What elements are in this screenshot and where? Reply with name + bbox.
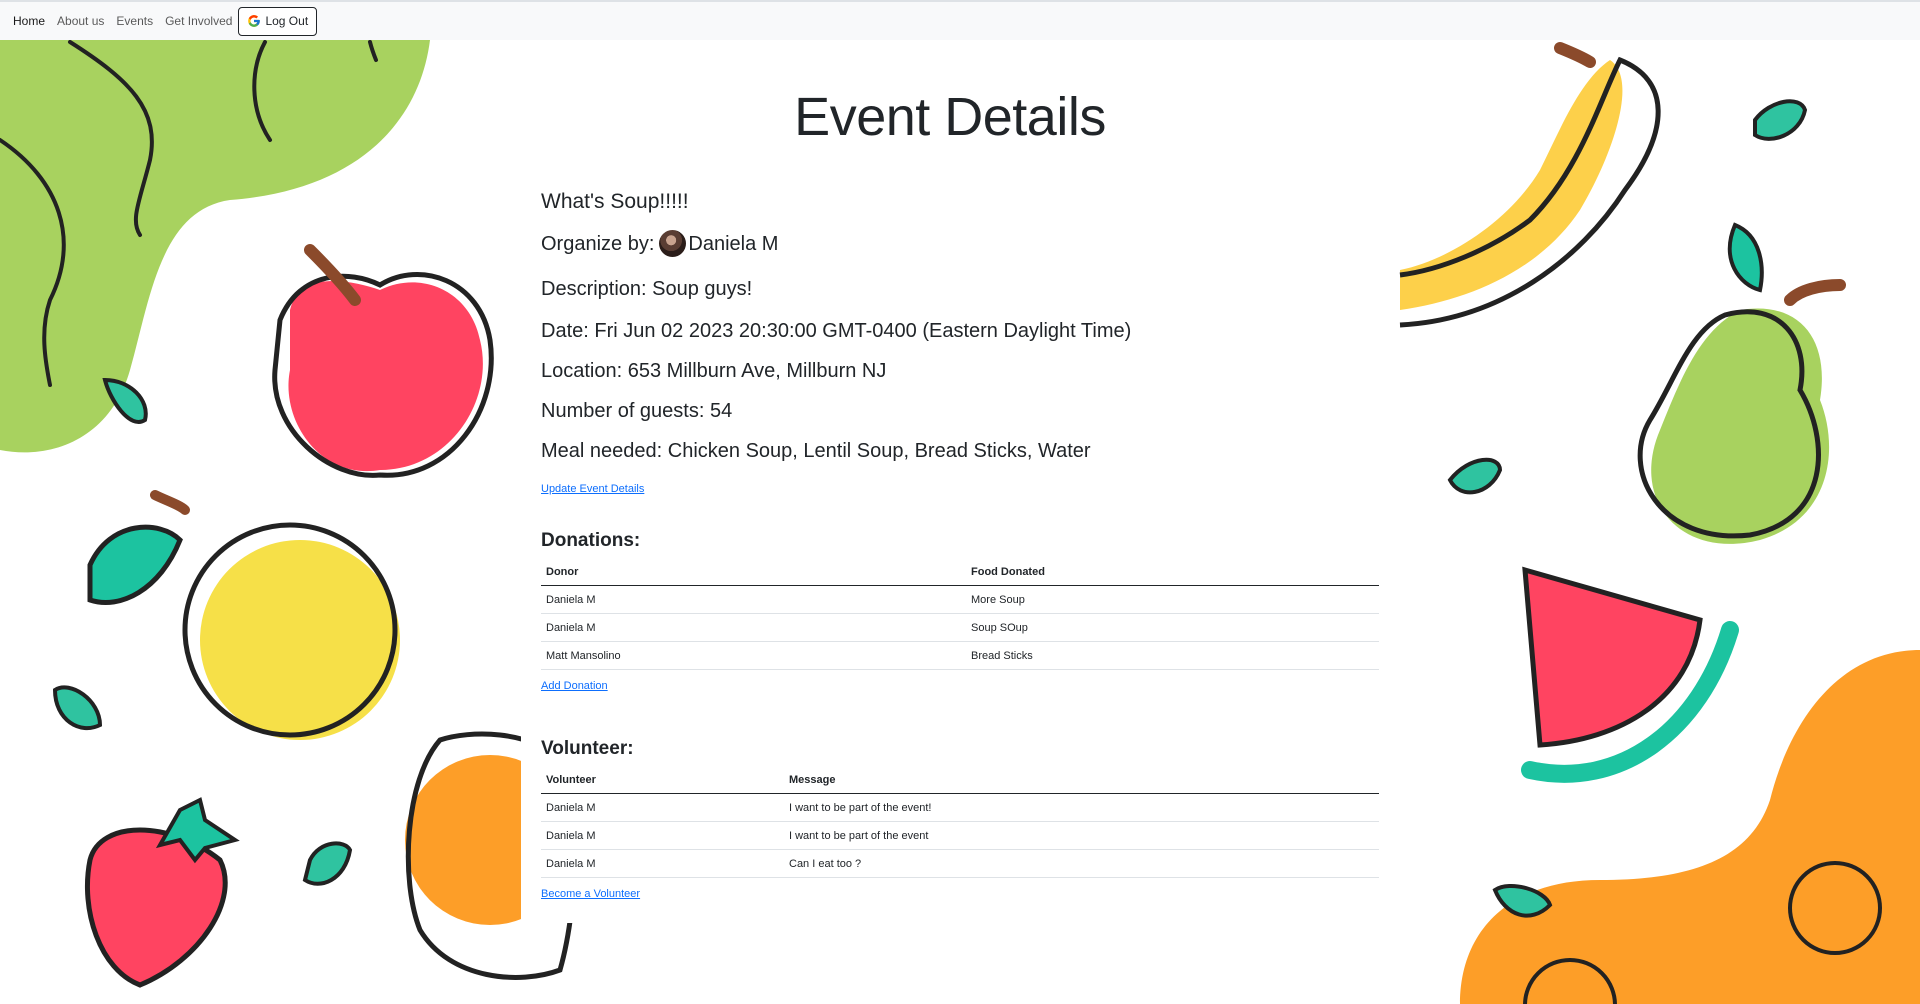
message-cell: I want to be part of the event xyxy=(784,821,1379,850)
message-cell: Can I eat too ? xyxy=(784,849,1379,878)
table-row: Daniela M More Soup xyxy=(541,585,1379,614)
become-volunteer-link[interactable]: Become a Volunteer xyxy=(541,888,640,900)
organizer-name: Daniela M xyxy=(688,232,779,255)
lemon-icon xyxy=(87,490,400,740)
top-navbar: Home About us Events Get Involved Log Ou… xyxy=(0,0,1920,40)
table-row: Daniela M Can I eat too ? xyxy=(541,849,1379,878)
pear-icon xyxy=(1637,222,1846,544)
message-cell: I want to be part of the event! xyxy=(784,793,1379,822)
avatar xyxy=(659,230,687,257)
table-row: Daniela M I want to be part of the event xyxy=(541,821,1379,850)
update-event-link[interactable]: Update Event Details xyxy=(541,483,644,495)
donations-heading: Donations: xyxy=(541,530,641,551)
watermelon-icon xyxy=(1521,566,1739,783)
google-icon xyxy=(248,15,261,27)
event-info: What's Soup!!!!! Organize by: Daniela M … xyxy=(541,190,1361,497)
volunteer-heading: Volunteer: xyxy=(541,738,634,759)
page-title: Event Details xyxy=(794,87,1106,147)
volunteer-cell: Daniela M xyxy=(541,849,784,878)
leaf-icon xyxy=(52,685,103,731)
volunteer-cell: Daniela M xyxy=(541,793,784,822)
leaf-icon xyxy=(1753,99,1808,141)
food-cell: Bread Sticks xyxy=(966,641,1379,670)
table-row: Daniela M Soup SOup xyxy=(541,613,1379,642)
donor-cell: Daniela M xyxy=(541,613,966,642)
event-organizer: Organize by: Daniela M xyxy=(541,230,1361,257)
add-donation-link[interactable]: Add Donation xyxy=(541,680,608,692)
column-header-volunteer: Volunteer xyxy=(541,766,784,794)
nav-events[interactable]: Events xyxy=(116,14,153,28)
strawberry-icon xyxy=(84,797,240,988)
logout-button[interactable]: Log Out xyxy=(238,6,318,36)
banana-icon xyxy=(1399,42,1661,328)
nav-about-us[interactable]: About us xyxy=(57,14,104,28)
logout-label: Log Out xyxy=(265,14,309,28)
event-meal: Meal needed: Chicken Soup, Lentil Soup, … xyxy=(541,440,1091,462)
column-header-message: Message xyxy=(784,766,1379,794)
event-name: What's Soup!!!!! xyxy=(541,190,689,213)
event-location: Location: 653 Millburn Ave, Millburn NJ xyxy=(541,360,887,382)
event-description: Description: Soup guys! xyxy=(541,278,753,300)
event-guests: Number of guests: 54 xyxy=(541,400,733,422)
food-cell: More Soup xyxy=(966,585,1379,614)
food-cell: Soup SOup xyxy=(966,613,1379,642)
nav-get-involved[interactable]: Get Involved xyxy=(165,14,232,28)
donations-table: Donor Food Donated Daniela M More Soup D… xyxy=(541,558,1379,670)
column-header-donor: Donor xyxy=(541,558,966,586)
event-date: Date: Fri Jun 02 2023 20:30:00 GMT-0400 … xyxy=(541,320,1132,342)
column-header-food-donated: Food Donated xyxy=(966,558,1379,586)
table-header-row: Volunteer Message xyxy=(541,766,1379,794)
apple-icon xyxy=(272,244,494,478)
table-row: Matt Mansolino Bread Sticks xyxy=(541,641,1379,670)
donor-cell: Matt Mansolino xyxy=(541,641,966,670)
table-row: Daniela M I want to be part of the event… xyxy=(541,793,1379,822)
organizer-prefix: Organize by: xyxy=(541,232,655,255)
leaf-icon xyxy=(1447,457,1503,495)
volunteer-cell: Daniela M xyxy=(541,821,784,850)
leaf-icon xyxy=(302,841,353,886)
event-details-panel: Event Details What's Soup!!!!! Organize … xyxy=(521,40,1379,923)
table-header-row: Donor Food Donated xyxy=(541,558,1379,586)
volunteers-table: Volunteer Message Daniela M I want to be… xyxy=(541,766,1379,878)
nav-home[interactable]: Home xyxy=(13,14,45,28)
donor-cell: Daniela M xyxy=(541,585,966,614)
